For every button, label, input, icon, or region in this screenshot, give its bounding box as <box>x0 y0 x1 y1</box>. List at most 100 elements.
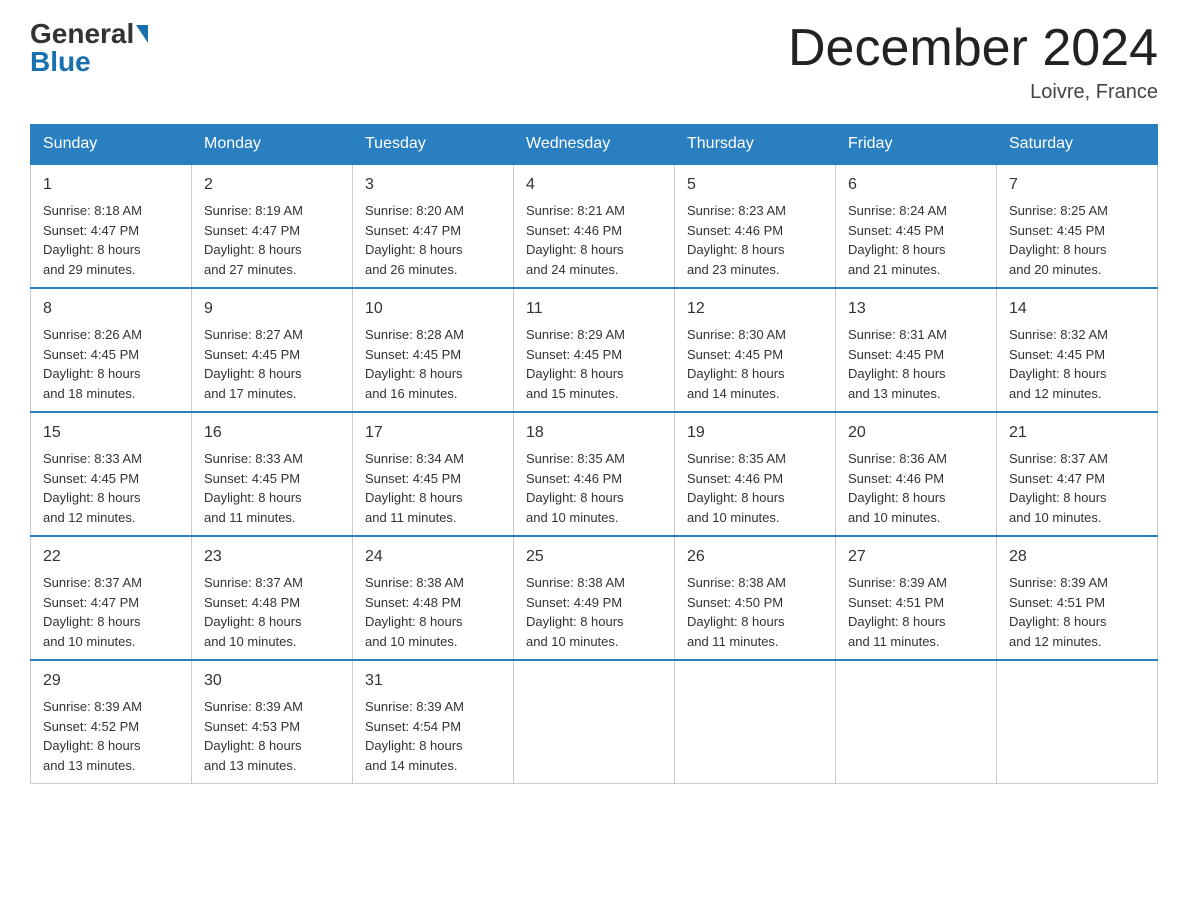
calendar-day-14: 14 Sunrise: 8:32 AM Sunset: 4:45 PM Dayl… <box>997 288 1158 412</box>
page-header: General Blue December 2024 Loivre, Franc… <box>30 20 1158 104</box>
day-info: Sunrise: 8:39 AM Sunset: 4:52 PM Dayligh… <box>43 697 179 775</box>
header-wednesday: Wednesday <box>514 125 675 165</box>
calendar-day-16: 16 Sunrise: 8:33 AM Sunset: 4:45 PM Dayl… <box>192 412 353 536</box>
month-title: December 2024 <box>788 20 1158 77</box>
calendar-day-12: 12 Sunrise: 8:30 AM Sunset: 4:45 PM Dayl… <box>675 288 836 412</box>
calendar-day-21: 21 Sunrise: 8:37 AM Sunset: 4:47 PM Dayl… <box>997 412 1158 536</box>
day-info: Sunrise: 8:26 AM Sunset: 4:45 PM Dayligh… <box>43 325 179 403</box>
logo-general-text: General <box>30 20 134 48</box>
calendar-day-24: 24 Sunrise: 8:38 AM Sunset: 4:48 PM Dayl… <box>353 536 514 660</box>
day-number: 27 <box>848 545 984 569</box>
day-number: 3 <box>365 173 501 197</box>
day-number: 26 <box>687 545 823 569</box>
day-number: 15 <box>43 421 179 445</box>
day-number: 31 <box>365 669 501 693</box>
day-info: Sunrise: 8:28 AM Sunset: 4:45 PM Dayligh… <box>365 325 501 403</box>
day-info: Sunrise: 8:29 AM Sunset: 4:45 PM Dayligh… <box>526 325 662 403</box>
calendar-day-2: 2 Sunrise: 8:19 AM Sunset: 4:47 PM Dayli… <box>192 164 353 288</box>
day-number: 29 <box>43 669 179 693</box>
day-info: Sunrise: 8:37 AM Sunset: 4:48 PM Dayligh… <box>204 573 340 651</box>
logo-arrow-icon <box>136 25 148 43</box>
day-info: Sunrise: 8:34 AM Sunset: 4:45 PM Dayligh… <box>365 449 501 527</box>
day-info: Sunrise: 8:39 AM Sunset: 4:53 PM Dayligh… <box>204 697 340 775</box>
day-info: Sunrise: 8:33 AM Sunset: 4:45 PM Dayligh… <box>43 449 179 527</box>
calendar-day-15: 15 Sunrise: 8:33 AM Sunset: 4:45 PM Dayl… <box>31 412 192 536</box>
day-info: Sunrise: 8:38 AM Sunset: 4:50 PM Dayligh… <box>687 573 823 651</box>
day-info: Sunrise: 8:38 AM Sunset: 4:48 PM Dayligh… <box>365 573 501 651</box>
header-saturday: Saturday <box>997 125 1158 165</box>
day-info: Sunrise: 8:19 AM Sunset: 4:47 PM Dayligh… <box>204 201 340 279</box>
calendar-day-31: 31 Sunrise: 8:39 AM Sunset: 4:54 PM Dayl… <box>353 660 514 784</box>
calendar-day-28: 28 Sunrise: 8:39 AM Sunset: 4:51 PM Dayl… <box>997 536 1158 660</box>
day-info: Sunrise: 8:18 AM Sunset: 4:47 PM Dayligh… <box>43 201 179 279</box>
day-info: Sunrise: 8:27 AM Sunset: 4:45 PM Dayligh… <box>204 325 340 403</box>
day-info: Sunrise: 8:33 AM Sunset: 4:45 PM Dayligh… <box>204 449 340 527</box>
day-info: Sunrise: 8:30 AM Sunset: 4:45 PM Dayligh… <box>687 325 823 403</box>
day-number: 20 <box>848 421 984 445</box>
calendar-day-9: 9 Sunrise: 8:27 AM Sunset: 4:45 PM Dayli… <box>192 288 353 412</box>
calendar-day-26: 26 Sunrise: 8:38 AM Sunset: 4:50 PM Dayl… <box>675 536 836 660</box>
day-info: Sunrise: 8:35 AM Sunset: 4:46 PM Dayligh… <box>526 449 662 527</box>
day-info: Sunrise: 8:38 AM Sunset: 4:49 PM Dayligh… <box>526 573 662 651</box>
day-number: 8 <box>43 297 179 321</box>
day-number: 16 <box>204 421 340 445</box>
calendar-empty-cell <box>514 660 675 784</box>
calendar-day-10: 10 Sunrise: 8:28 AM Sunset: 4:45 PM Dayl… <box>353 288 514 412</box>
calendar-day-8: 8 Sunrise: 8:26 AM Sunset: 4:45 PM Dayli… <box>31 288 192 412</box>
day-number: 14 <box>1009 297 1145 321</box>
day-info: Sunrise: 8:24 AM Sunset: 4:45 PM Dayligh… <box>848 201 984 279</box>
day-number: 4 <box>526 173 662 197</box>
calendar-day-22: 22 Sunrise: 8:37 AM Sunset: 4:47 PM Dayl… <box>31 536 192 660</box>
calendar-empty-cell <box>675 660 836 784</box>
calendar-day-7: 7 Sunrise: 8:25 AM Sunset: 4:45 PM Dayli… <box>997 164 1158 288</box>
day-info: Sunrise: 8:25 AM Sunset: 4:45 PM Dayligh… <box>1009 201 1145 279</box>
day-info: Sunrise: 8:39 AM Sunset: 4:54 PM Dayligh… <box>365 697 501 775</box>
calendar-day-30: 30 Sunrise: 8:39 AM Sunset: 4:53 PM Dayl… <box>192 660 353 784</box>
day-number: 7 <box>1009 173 1145 197</box>
calendar-day-27: 27 Sunrise: 8:39 AM Sunset: 4:51 PM Dayl… <box>836 536 997 660</box>
header-sunday: Sunday <box>31 125 192 165</box>
calendar-day-5: 5 Sunrise: 8:23 AM Sunset: 4:46 PM Dayli… <box>675 164 836 288</box>
day-info: Sunrise: 8:32 AM Sunset: 4:45 PM Dayligh… <box>1009 325 1145 403</box>
calendar-day-23: 23 Sunrise: 8:37 AM Sunset: 4:48 PM Dayl… <box>192 536 353 660</box>
day-number: 12 <box>687 297 823 321</box>
day-info: Sunrise: 8:37 AM Sunset: 4:47 PM Dayligh… <box>1009 449 1145 527</box>
calendar-week-1: 1 Sunrise: 8:18 AM Sunset: 4:47 PM Dayli… <box>31 164 1158 288</box>
calendar-day-19: 19 Sunrise: 8:35 AM Sunset: 4:46 PM Dayl… <box>675 412 836 536</box>
calendar-empty-cell <box>836 660 997 784</box>
header-monday: Monday <box>192 125 353 165</box>
day-info: Sunrise: 8:35 AM Sunset: 4:46 PM Dayligh… <box>687 449 823 527</box>
calendar-week-2: 8 Sunrise: 8:26 AM Sunset: 4:45 PM Dayli… <box>31 288 1158 412</box>
calendar-day-29: 29 Sunrise: 8:39 AM Sunset: 4:52 PM Dayl… <box>31 660 192 784</box>
calendar-day-20: 20 Sunrise: 8:36 AM Sunset: 4:46 PM Dayl… <box>836 412 997 536</box>
day-info: Sunrise: 8:37 AM Sunset: 4:47 PM Dayligh… <box>43 573 179 651</box>
calendar-day-25: 25 Sunrise: 8:38 AM Sunset: 4:49 PM Dayl… <box>514 536 675 660</box>
calendar-day-6: 6 Sunrise: 8:24 AM Sunset: 4:45 PM Dayli… <box>836 164 997 288</box>
calendar-day-18: 18 Sunrise: 8:35 AM Sunset: 4:46 PM Dayl… <box>514 412 675 536</box>
day-number: 13 <box>848 297 984 321</box>
day-info: Sunrise: 8:31 AM Sunset: 4:45 PM Dayligh… <box>848 325 984 403</box>
calendar-day-4: 4 Sunrise: 8:21 AM Sunset: 4:46 PM Dayli… <box>514 164 675 288</box>
day-info: Sunrise: 8:23 AM Sunset: 4:46 PM Dayligh… <box>687 201 823 279</box>
day-number: 9 <box>204 297 340 321</box>
calendar-week-5: 29 Sunrise: 8:39 AM Sunset: 4:52 PM Dayl… <box>31 660 1158 784</box>
calendar-day-11: 11 Sunrise: 8:29 AM Sunset: 4:45 PM Dayl… <box>514 288 675 412</box>
logo-blue-text: Blue <box>30 48 91 76</box>
day-number: 6 <box>848 173 984 197</box>
location-text: Loivre, France <box>788 81 1158 104</box>
calendar-table: SundayMondayTuesdayWednesdayThursdayFrid… <box>30 124 1158 784</box>
day-number: 19 <box>687 421 823 445</box>
calendar-day-13: 13 Sunrise: 8:31 AM Sunset: 4:45 PM Dayl… <box>836 288 997 412</box>
logo: General Blue <box>30 20 148 76</box>
day-number: 28 <box>1009 545 1145 569</box>
header-friday: Friday <box>836 125 997 165</box>
day-number: 21 <box>1009 421 1145 445</box>
calendar-week-3: 15 Sunrise: 8:33 AM Sunset: 4:45 PM Dayl… <box>31 412 1158 536</box>
day-info: Sunrise: 8:39 AM Sunset: 4:51 PM Dayligh… <box>848 573 984 651</box>
calendar-day-17: 17 Sunrise: 8:34 AM Sunset: 4:45 PM Dayl… <box>353 412 514 536</box>
day-number: 2 <box>204 173 340 197</box>
calendar-day-1: 1 Sunrise: 8:18 AM Sunset: 4:47 PM Dayli… <box>31 164 192 288</box>
header-tuesday: Tuesday <box>353 125 514 165</box>
calendar-empty-cell <box>997 660 1158 784</box>
day-info: Sunrise: 8:36 AM Sunset: 4:46 PM Dayligh… <box>848 449 984 527</box>
